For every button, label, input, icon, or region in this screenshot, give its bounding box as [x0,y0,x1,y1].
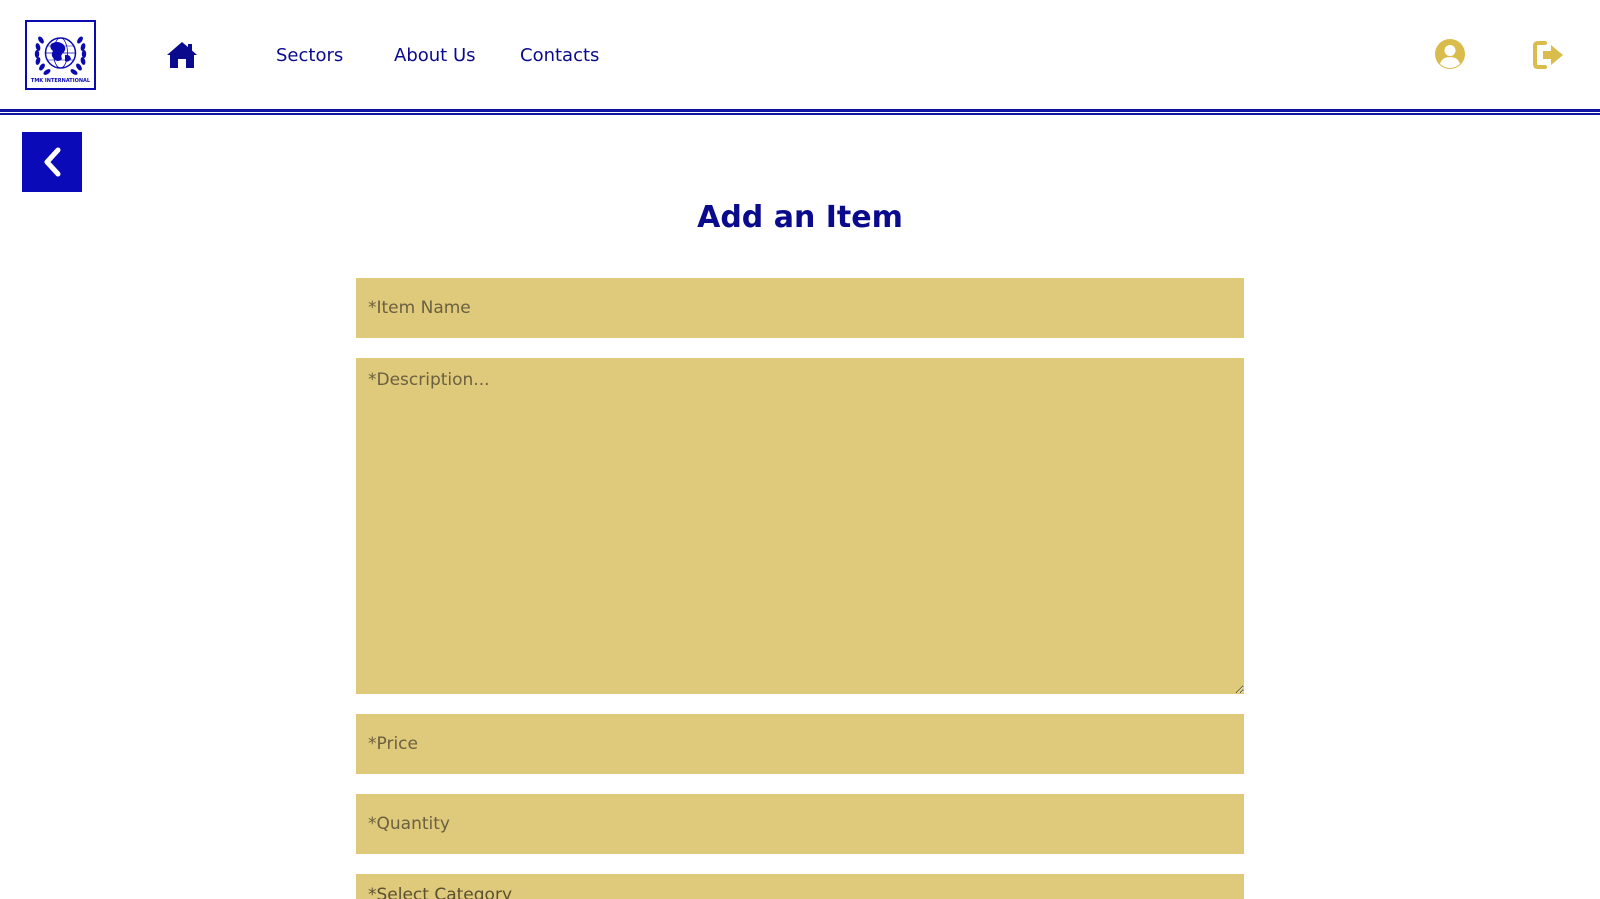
profile-button[interactable] [1434,38,1466,70]
logout-button[interactable] [1533,40,1565,70]
top-navbar: TMK INTERNATIONAL Sectors About Us Conta… [0,0,1600,109]
logo-text: TMK INTERNATIONAL [30,78,91,84]
description-textarea[interactable] [356,358,1244,694]
category-select-value: *Select Category [368,885,513,899]
nav-link-sectors[interactable]: Sectors [276,44,343,68]
navbar-divider-secondary [0,113,1600,115]
item-name-input[interactable] [356,278,1244,338]
back-button[interactable] [22,132,82,192]
home-icon [167,42,197,68]
quantity-input[interactable] [356,794,1244,854]
user-circle-icon [1435,39,1465,69]
page-title: Add an Item [697,200,903,235]
home-button[interactable] [166,40,198,70]
sign-out-icon [1533,41,1563,69]
price-input[interactable] [356,714,1244,774]
chevron-left-icon [44,147,61,177]
nav-link-about-us[interactable]: About Us [394,44,476,68]
navbar-divider [0,109,1600,112]
brand-logo[interactable]: TMK INTERNATIONAL [25,20,96,90]
nav-link-contacts[interactable]: Contacts [520,44,599,68]
category-select[interactable]: *Select Category [356,874,1244,899]
page: TMK INTERNATIONAL Sectors About Us Conta… [0,0,1600,899]
